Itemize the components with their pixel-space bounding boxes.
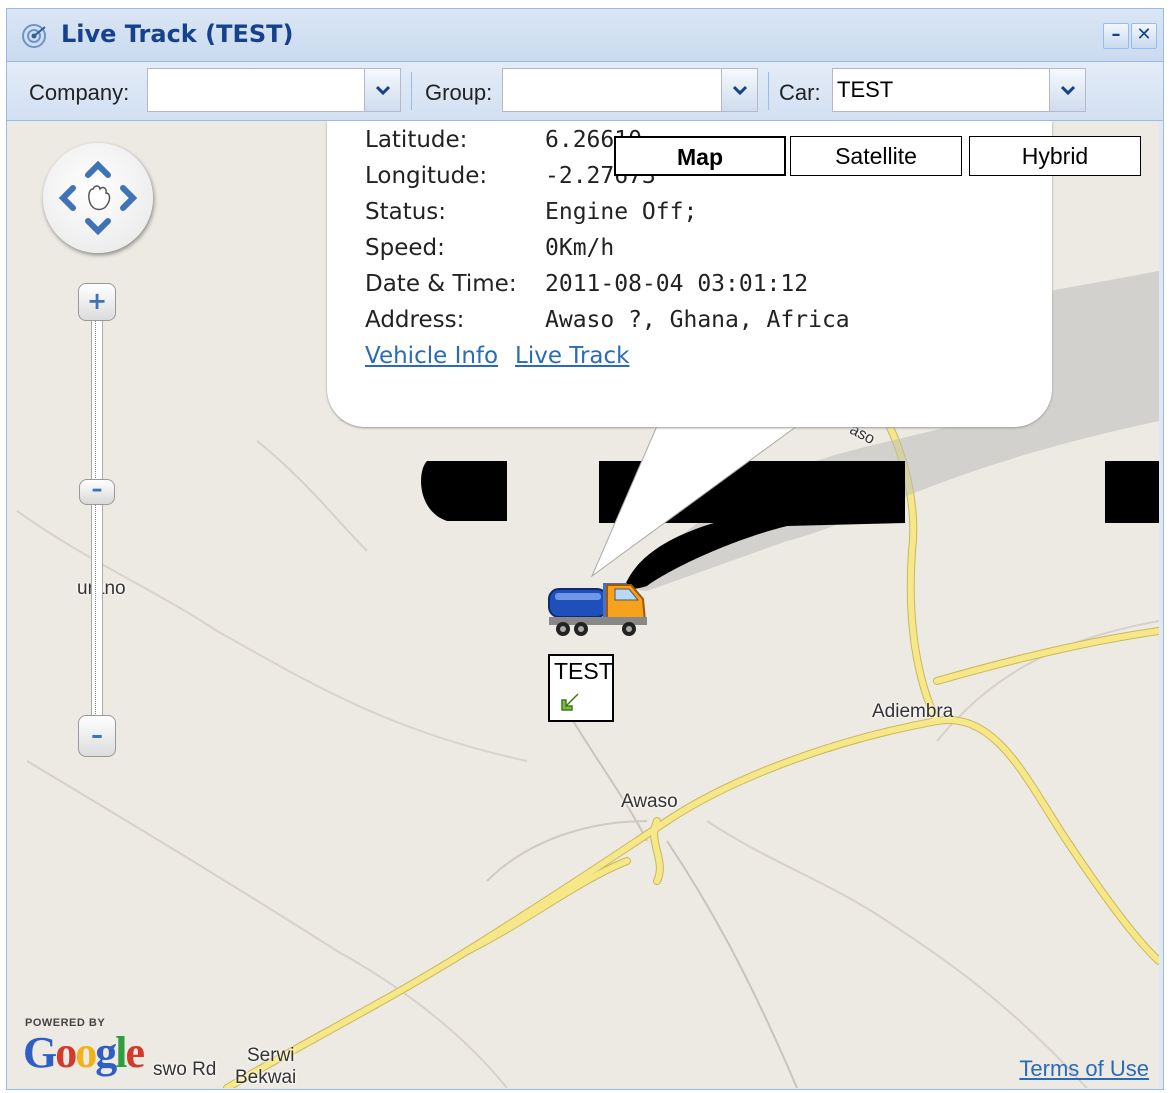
zoom-in-button[interactable]: + bbox=[78, 283, 116, 321]
company-input[interactable] bbox=[148, 69, 362, 111]
pan-down-icon bbox=[85, 218, 111, 236]
toolbar-separator bbox=[411, 72, 412, 110]
pan-up-icon bbox=[85, 160, 111, 178]
place-label: Bekwai bbox=[235, 1067, 297, 1088]
datetime-label: Date & Time: bbox=[365, 271, 517, 297]
speed-label: Speed: bbox=[365, 235, 445, 261]
plus-icon: + bbox=[86, 287, 108, 315]
company-label: Company: bbox=[29, 80, 130, 105]
vehicle-label: TEST bbox=[548, 654, 614, 722]
window-titlebar[interactable]: Live Track (TEST) – ✕ bbox=[7, 9, 1163, 62]
minus-icon: – bbox=[91, 721, 103, 749]
address-value: Awaso ?, Ghana, Africa bbox=[545, 307, 850, 333]
longitude-label: Longitude: bbox=[365, 163, 488, 189]
group-combo[interactable] bbox=[502, 68, 758, 112]
place-label: Serwi bbox=[247, 1045, 295, 1066]
close-icon: ✕ bbox=[1136, 24, 1152, 45]
terms-of-use-link[interactable]: Terms of Use bbox=[1019, 1056, 1149, 1082]
company-dropdown-button[interactable] bbox=[364, 69, 400, 111]
group-dropdown-button[interactable] bbox=[721, 69, 757, 111]
minimize-button[interactable]: – bbox=[1103, 23, 1129, 49]
car-input[interactable] bbox=[833, 69, 1047, 111]
slider-grip-icon: – bbox=[91, 477, 103, 502]
window-title: Live Track (TEST) bbox=[61, 20, 294, 48]
live-track-link[interactable]: Live Track bbox=[515, 343, 629, 369]
car-combo[interactable] bbox=[832, 68, 1086, 112]
status-value: Engine Off; bbox=[545, 199, 698, 225]
hand-icon bbox=[88, 185, 111, 211]
vehicle-label-text: TEST bbox=[554, 658, 613, 684]
speed-value: 0Km/h bbox=[545, 235, 615, 261]
pan-control bbox=[43, 143, 153, 253]
address-label: Address: bbox=[365, 307, 465, 333]
car-dropdown-button[interactable] bbox=[1049, 69, 1085, 111]
google-logo[interactable]: Google bbox=[23, 1027, 145, 1078]
car-label: Car: bbox=[779, 80, 821, 105]
minimize-icon: – bbox=[1111, 24, 1121, 45]
zoom-out-button[interactable]: – bbox=[78, 715, 116, 757]
toolbar-separator bbox=[768, 72, 769, 110]
datetime-value: 2011-08-04 03:01:12 bbox=[545, 271, 809, 297]
map-type-map-button[interactable]: Map bbox=[614, 136, 786, 176]
status-label: Status: bbox=[365, 199, 447, 225]
vehicle-info-link[interactable]: Vehicle Info bbox=[365, 343, 498, 369]
zoom-slider-handle[interactable]: – bbox=[79, 479, 115, 505]
pan-right-icon bbox=[120, 185, 138, 211]
truck-icon[interactable] bbox=[545, 573, 653, 643]
direction-arrow-icon bbox=[561, 693, 579, 711]
chevron-down-icon bbox=[1060, 85, 1075, 95]
map-type-hybrid-button[interactable]: Hybrid bbox=[969, 136, 1141, 176]
map-canvas[interactable]: urano Adiembra Awaso Serwi Bekwai swo Rd… bbox=[7, 121, 1159, 1088]
road-label: swo Rd bbox=[153, 1059, 217, 1080]
chevron-down-icon bbox=[732, 85, 747, 95]
radar-icon bbox=[22, 24, 46, 48]
latitude-label: Latitude: bbox=[365, 127, 468, 153]
place-label: Adiembra bbox=[872, 701, 954, 722]
place-label: Awaso bbox=[621, 791, 678, 812]
group-label: Group: bbox=[425, 80, 493, 105]
chevron-down-icon bbox=[375, 85, 390, 95]
pan-arrows bbox=[58, 160, 138, 236]
company-combo[interactable] bbox=[147, 68, 401, 112]
group-input[interactable] bbox=[503, 69, 719, 111]
close-button[interactable]: ✕ bbox=[1131, 23, 1157, 49]
map-type-satellite-button[interactable]: Satellite bbox=[790, 136, 962, 176]
zoom-track[interactable] bbox=[91, 313, 103, 733]
zoom-control: + – – bbox=[78, 283, 118, 763]
filter-toolbar: Company: Group: Car: bbox=[7, 62, 1163, 121]
pan-left-icon bbox=[58, 185, 76, 211]
